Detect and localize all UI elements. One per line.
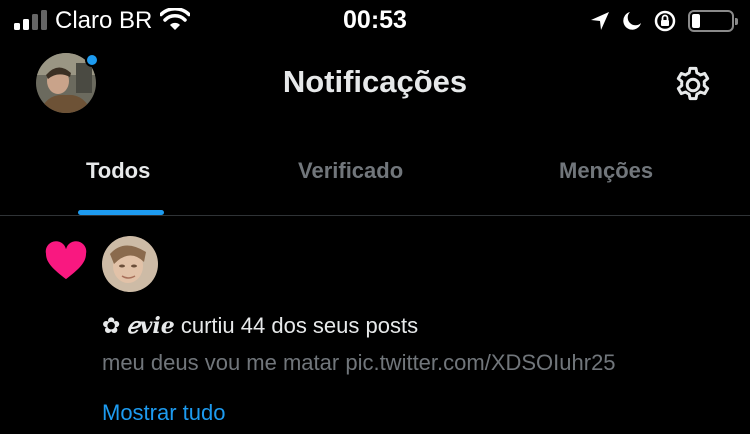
notification-text: ✿ 𝑒vie curtiu 44 dos seus posts	[102, 313, 418, 339]
orientation-lock-icon	[654, 10, 676, 32]
status-bar: Claro BR 00:53	[0, 0, 750, 42]
location-icon	[591, 12, 609, 30]
notification-item[interactable]: ✿ 𝑒vie curtiu 44 dos seus posts meu deus…	[0, 217, 750, 434]
show-all-link[interactable]: Mostrar tudo	[102, 400, 226, 426]
notification-tabs: Todos Verificado Menções	[0, 140, 750, 216]
tab-mencoes[interactable]: Menções	[559, 158, 653, 184]
gear-icon[interactable]	[672, 64, 714, 106]
battery-level	[692, 14, 700, 28]
status-icons	[590, 8, 738, 34]
battery-icon	[688, 10, 738, 32]
moon-icon	[623, 12, 641, 30]
action-text: curtiu 44 dos seus posts	[180, 313, 419, 338]
post-preview: meu deus vou me matar pic.twitter.com/XD…	[102, 350, 616, 375]
page-title: Notificações	[282, 64, 468, 99]
heart-icon	[45, 241, 87, 280]
avatar[interactable]	[102, 236, 158, 292]
user-prefix: ✿	[102, 314, 121, 339]
user-name[interactable]: 𝑒vie	[127, 313, 175, 339]
tab-todos[interactable]: Todos	[86, 158, 150, 184]
tab-verificado[interactable]: Verificado	[298, 158, 403, 184]
active-tab-indicator	[78, 210, 164, 215]
